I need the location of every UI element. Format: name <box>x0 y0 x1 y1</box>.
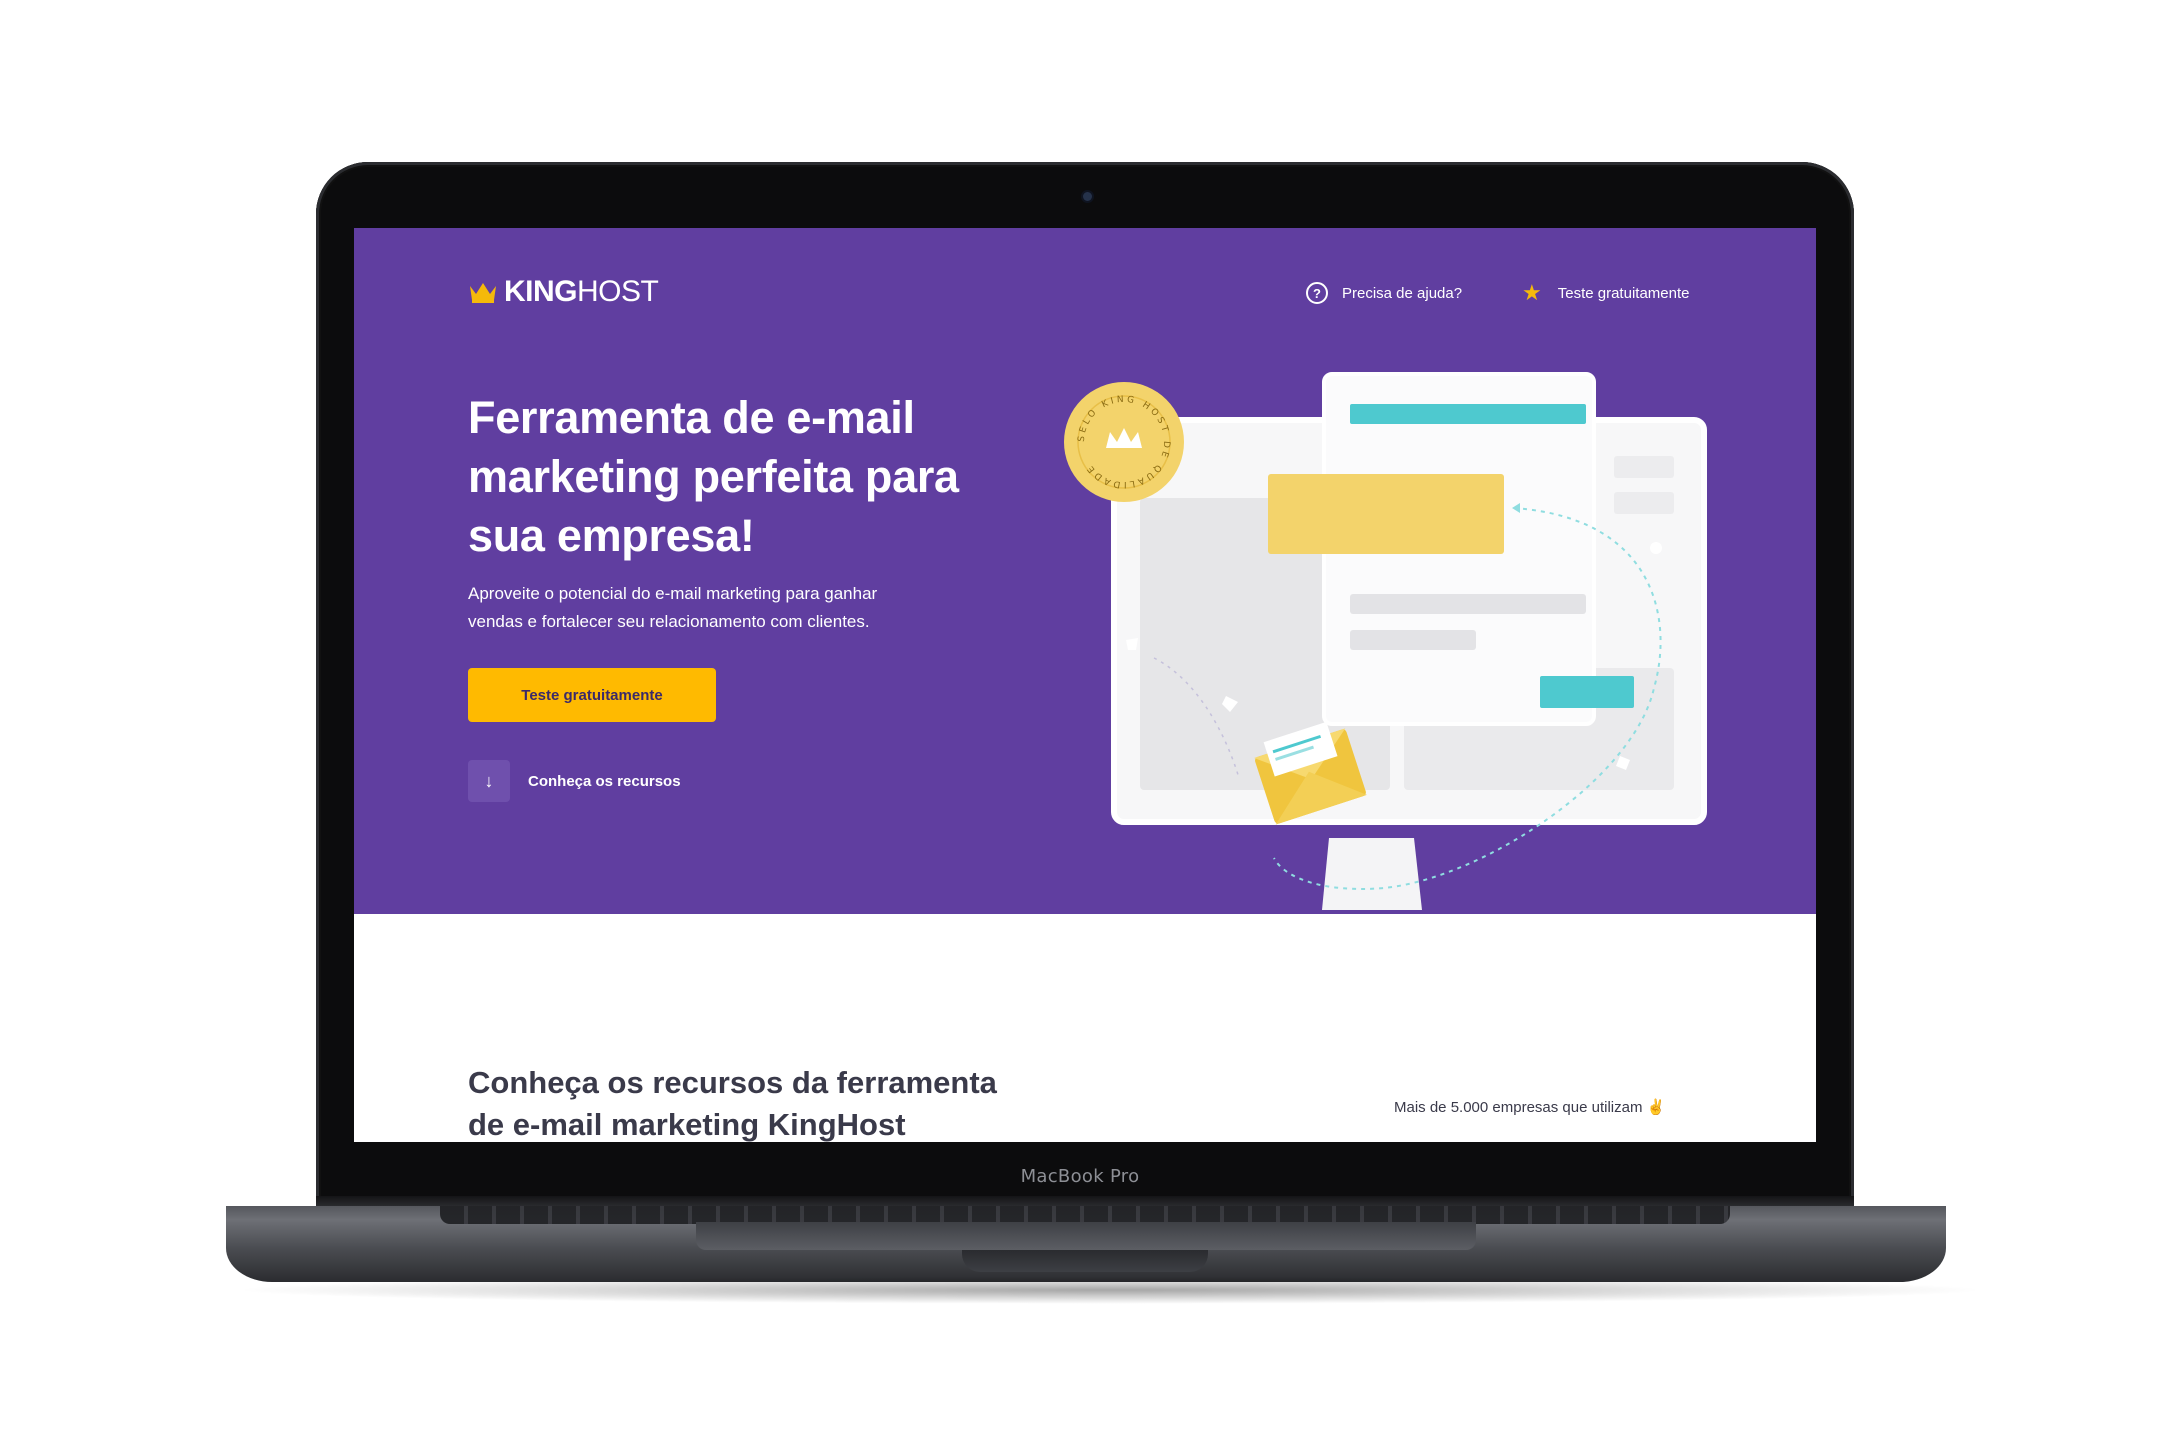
quality-seal: SELO KING HOST DE QUALIDADE <box>1064 382 1184 502</box>
star-icon: ★ <box>1522 280 1542 305</box>
email-marketing-illustration: SELO KING HOST DE QUALIDADE <box>1064 372 1707 910</box>
logo-wordmark: KINGHOST <box>504 275 659 308</box>
laptop-opening-notch <box>962 1250 1208 1272</box>
trackpad-edge <box>696 1222 1476 1250</box>
features-title: Conheça os recursos da ferramenta de e-m… <box>468 1065 997 1142</box>
hero-headline: Ferramenta de e-mail marketing perfeita … <box>468 392 959 561</box>
laptop-shadow <box>230 1276 1990 1304</box>
webcam <box>1083 192 1092 201</box>
learn-features-label: Conheça os recursos <box>528 772 681 790</box>
companies-stat: Mais de 5.000 empresas que utilizam ✌ <box>1394 1099 1666 1116</box>
learn-features-link[interactable]: ↓ Conheça os recursos <box>468 760 681 802</box>
help-link-label: Precisa de ajuda? <box>1342 284 1463 302</box>
hero-subtext: Aproveite o potencial do e-mail marketin… <box>468 584 878 631</box>
header-trial-link[interactable]: ★ Teste gratuitamente <box>1522 278 1689 308</box>
crown-icon <box>470 283 496 303</box>
help-circle-icon: ? <box>1306 282 1328 304</box>
help-link[interactable]: ? Precisa de ajuda? <box>1306 278 1462 308</box>
free-trial-button[interactable]: Teste gratuitamente <box>468 668 716 722</box>
arrow-down-icon: ↓ <box>468 760 510 802</box>
browser-screen: KINGHOST ? Precisa de ajuda? ★ Teste gra… <box>354 228 1816 1142</box>
trial-link-label: Teste gratuitamente <box>1557 284 1690 302</box>
macbook-model-label: MacBook Pro <box>1020 1166 1140 1187</box>
kinghost-logo[interactable]: KINGHOST <box>468 272 659 312</box>
